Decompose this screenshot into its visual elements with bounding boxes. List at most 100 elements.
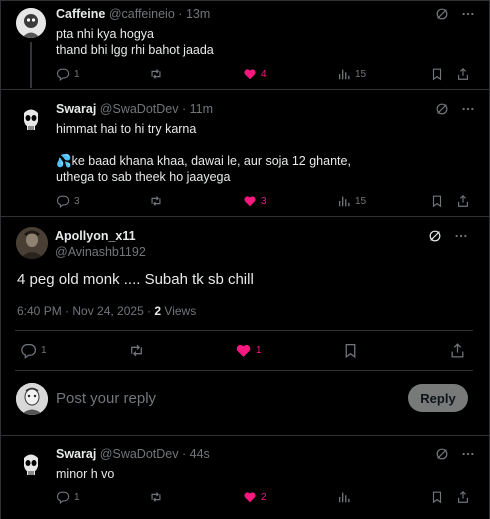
post-text-line: minor h vo [56,467,115,481]
bookmark-icon [432,195,442,208]
author-handle[interactable]: @SwaDotDev [100,447,179,461]
heart-icon [244,196,256,207]
reply-button[interactable]: 1 [56,490,80,504]
author-handle[interactable]: @Avinashb1192 [55,245,146,259]
divider [15,370,473,371]
post-top-icons [428,229,468,248]
reply-icon [56,491,70,504]
post-actions: 1 1 [0,342,490,362]
grok-icon[interactable] [435,7,449,26]
bookmark-icon [432,68,442,81]
post-text-line: himmat hai to hi try karna [56,122,197,136]
reply-icon [56,68,70,81]
reply-button[interactable]: 1 [20,342,47,359]
bookmark-button[interactable] [430,67,444,81]
more-icon[interactable] [461,7,475,26]
repost-icon [151,196,161,206]
share-button[interactable] [456,194,470,208]
reply-button[interactable]: 3 [56,194,80,208]
post-text-line: uthega to sab theek ho jaayega [56,170,231,184]
author-name[interactable]: Swaraj [56,102,96,116]
author-handle[interactable]: @caffeineio [109,7,175,21]
repost-button[interactable] [128,342,145,359]
bookmark-icon [432,491,442,504]
grok-icon[interactable] [428,229,442,248]
more-icon[interactable] [461,102,475,121]
reply-swaraj[interactable]: Swaraj @SwaDotDev · 11m himmat hai to hi… [1,102,489,212]
author-name[interactable]: Swaraj [56,447,96,461]
views-icon [338,492,350,503]
like-count: 4 [261,68,267,80]
post-header: Swaraj @SwaDotDev · 11m [56,102,214,116]
author-name[interactable]: Apollyon_x11 [55,229,136,243]
like-button[interactable]: 4 [243,67,267,81]
post-time[interactable]: 11m [190,102,213,116]
bookmark-button[interactable] [430,194,444,208]
post-header: Swaraj @SwaDotDev · 44s [56,447,210,461]
share-icon [458,194,468,207]
post-top-icons [435,447,475,466]
post-time[interactable]: 13m [186,7,210,21]
post-text-line: thand bhi lgg rhi bahot jaada [56,43,214,57]
share-icon [458,490,468,503]
post-top-icons [435,7,475,26]
grok-icon[interactable] [435,447,449,466]
timestamp-text[interactable]: 6:40 PM · Nov 24, 2025 · [17,304,154,318]
post-top-icons [435,102,475,121]
reply-swaraj-latest[interactable]: Swaraj @SwaDotDev · 44s minor h vo 1 2 [1,447,489,517]
views-button[interactable]: 15 [337,67,366,81]
like-count: 1 [256,345,262,356]
avatar[interactable] [16,105,46,135]
reply-icon [21,344,36,359]
thread-line [30,42,32,88]
bookmark-button[interactable] [342,342,359,359]
repost-button[interactable] [149,490,163,504]
post-text: 4 peg old monk .... Subah tk sb chill [17,271,254,288]
like-button[interactable]: 1 [235,342,262,359]
author-handle[interactable]: @SwaDotDev [100,102,179,116]
views-count: 15 [355,195,367,207]
post-header: Caffeine @caffeineio · 13m [56,7,211,21]
like-button[interactable]: 3 [243,194,267,208]
like-button[interactable]: 2 [243,490,267,504]
repost-button[interactable] [149,194,163,208]
reply-count: 1 [74,491,80,503]
avatar[interactable] [16,227,48,259]
more-icon[interactable] [454,229,468,248]
grok-icon[interactable] [435,102,449,121]
frame-top-border [0,0,490,1]
like-count: 2 [261,491,267,503]
like-count: 3 [261,195,267,207]
more-icon[interactable] [461,447,475,466]
share-button[interactable] [456,67,470,81]
reply-submit-button[interactable]: Reply [408,384,468,412]
post-text-line: pta nhi kya hogya [56,27,154,41]
divider [1,435,489,436]
views-button[interactable] [337,490,351,504]
post-text-line: 💦ke baad khana khaa, dawai le, aur soja … [56,154,351,168]
avatar[interactable] [16,383,48,415]
bookmark-button[interactable] [430,490,444,504]
heart-icon [244,492,256,503]
share-icon [451,343,464,358]
avatar[interactable] [16,8,46,38]
reply-count: 1 [41,345,47,356]
reply-composer: Post your reply Reply [0,377,490,421]
avatar[interactable] [16,450,46,480]
heart-icon [236,344,251,357]
reply-input[interactable]: Post your reply [56,390,156,407]
repost-icon [131,344,142,357]
views-button[interactable]: 15 [337,194,366,208]
post-timestamp: 6:40 PM · Nov 24, 2025 · 2 Views [17,304,196,318]
share-button[interactable] [449,342,466,359]
share-icon [458,67,468,80]
views-icon [338,196,350,207]
share-button[interactable] [456,490,470,504]
reply-button[interactable]: 1 [56,67,80,81]
reply-caffeine[interactable]: Caffeine @caffeineio · 13m pta nhi kya h… [1,7,489,88]
post-time[interactable]: 44s [190,447,210,461]
divider [1,89,489,90]
repost-icon [151,492,161,502]
repost-button[interactable] [149,67,163,81]
author-name[interactable]: Caffeine [56,7,105,21]
